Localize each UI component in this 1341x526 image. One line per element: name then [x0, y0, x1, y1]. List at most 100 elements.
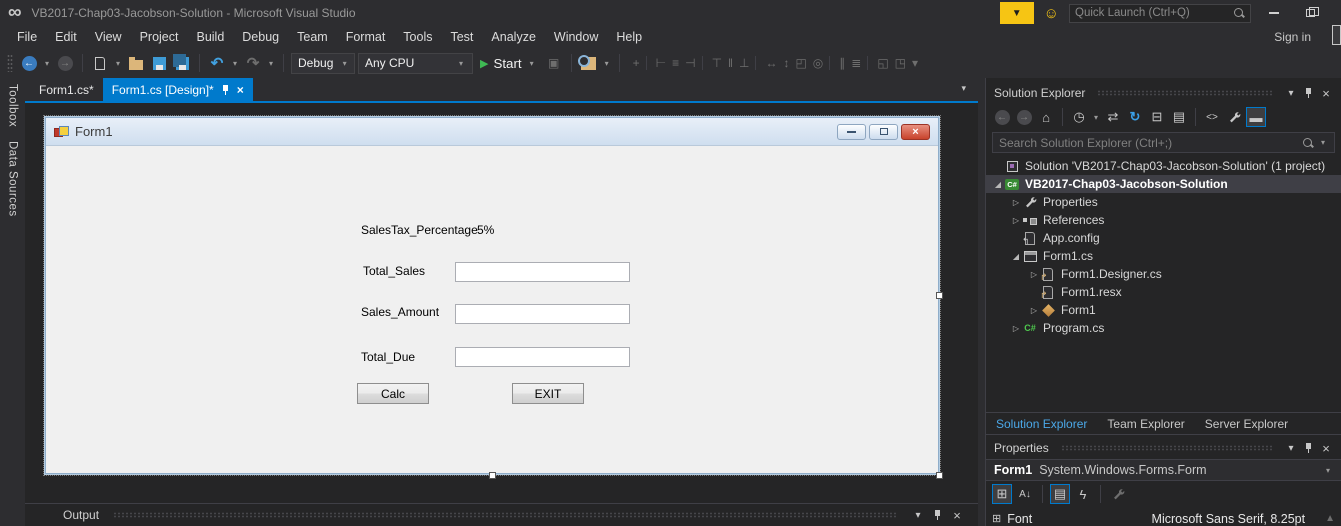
tab-form1-cs[interactable]: Form1.cs*: [30, 78, 103, 101]
undo-dropdown-icon[interactable]: ▾: [230, 59, 240, 68]
format-overflow-icon[interactable]: ▾: [912, 56, 918, 70]
menu-analyze[interactable]: Analyze: [482, 28, 544, 46]
calc-button[interactable]: Calc: [357, 383, 429, 404]
resize-handle-corner[interactable]: [936, 472, 943, 479]
se-show-all-files-icon[interactable]: ▤: [1169, 107, 1189, 127]
tab-server-explorer[interactable]: Server Explorer: [1195, 414, 1298, 434]
align-centers-icon[interactable]: ≡: [672, 56, 679, 70]
pin-tab-icon[interactable]: [221, 84, 230, 96]
tree-item-form1-class[interactable]: ▷ Form1: [986, 301, 1341, 319]
property-value[interactable]: Microsoft Sans Serif, 8.25pt: [1152, 512, 1306, 526]
se-refresh-icon[interactable]: ↻: [1125, 107, 1145, 127]
alphabetical-sort-icon[interactable]: A↓: [1015, 484, 1035, 504]
panel-splitter[interactable]: [978, 78, 985, 526]
tree-item-properties[interactable]: ▷ Properties: [986, 193, 1341, 211]
se-collapse-all-icon[interactable]: ⊟: [1147, 107, 1167, 127]
toolbar-overflow-icon[interactable]: ▾: [602, 59, 612, 68]
align-rights-icon[interactable]: ⊣: [685, 56, 695, 70]
vertical-spacing-icon[interactable]: ≣: [851, 56, 861, 70]
form-minimize-button[interactable]: [837, 124, 866, 140]
se-sync-icon[interactable]: ⇄: [1103, 107, 1123, 127]
navigate-back-button[interactable]: ←: [19, 52, 39, 74]
chevron-expanded-icon[interactable]: ◢: [1010, 252, 1022, 261]
menu-team[interactable]: Team: [288, 28, 337, 46]
same-height-icon[interactable]: ↕: [783, 56, 789, 70]
form-maximize-button[interactable]: [869, 124, 898, 140]
menu-project[interactable]: Project: [131, 28, 188, 46]
navigate-back-dropdown-icon[interactable]: ▾: [42, 59, 52, 68]
chevron-collapsed-icon[interactable]: ▷: [1010, 216, 1022, 225]
menu-tools[interactable]: Tools: [394, 28, 441, 46]
properties-object-select[interactable]: Form1 System.Windows.Forms.Form ▾: [986, 459, 1341, 481]
same-size-icon[interactable]: ◰: [795, 56, 806, 70]
minimize-button[interactable]: [1261, 4, 1287, 22]
events-icon[interactable]: ϟ: [1073, 484, 1093, 504]
start-debugging-button[interactable]: ▶ Start ▾: [476, 52, 541, 74]
chevron-collapsed-icon[interactable]: ▷: [1010, 198, 1022, 207]
resize-handle-bottom[interactable]: [489, 472, 496, 479]
tree-item-solution[interactable]: Solution 'VB2017-Chap03-Jacobson-Solutio…: [986, 157, 1341, 175]
tab-solution-explorer[interactable]: Solution Explorer: [986, 414, 1097, 434]
expand-plus-icon[interactable]: ⊞: [992, 512, 1001, 525]
undo-button[interactable]: ↶: [207, 52, 227, 74]
tree-item-form1-cs[interactable]: ◢ Form1.cs: [986, 247, 1341, 265]
tab-form1-design[interactable]: Form1.cs [Design]* ×: [103, 78, 253, 101]
avatar[interactable]: [1332, 25, 1341, 45]
tree-item-form1-designer[interactable]: ▷ Form1.Designer.cs: [986, 265, 1341, 283]
menu-file[interactable]: File: [8, 28, 46, 46]
chevron-collapsed-icon[interactable]: ▷: [1028, 306, 1040, 315]
se-properties-wrench-icon[interactable]: [1224, 107, 1244, 127]
align-lefts-icon[interactable]: ⊢: [656, 56, 666, 70]
object-dropdown-icon[interactable]: ▾: [1323, 466, 1333, 475]
property-row-font[interactable]: ⊞ Font Microsoft Sans Serif, 8.25pt ▲: [986, 507, 1341, 526]
size-to-grid-icon[interactable]: ◎: [813, 56, 823, 70]
new-file-button[interactable]: [90, 52, 110, 74]
form-close-button[interactable]: ×: [901, 124, 930, 140]
se-pending-changes-icon[interactable]: ◷: [1069, 107, 1089, 127]
menu-window[interactable]: Window: [545, 28, 607, 46]
properties-view-icon[interactable]: ▤: [1050, 484, 1070, 504]
menu-edit[interactable]: Edit: [46, 28, 86, 46]
sales-amount-input[interactable]: [455, 304, 630, 324]
toolbox-tab[interactable]: Toolbox: [7, 84, 19, 127]
categorized-view-icon[interactable]: ⊞: [992, 484, 1012, 504]
search-icon[interactable]: [1302, 137, 1314, 149]
send-to-back-icon[interactable]: ◳: [895, 56, 906, 70]
redo-button[interactable]: ↷: [243, 52, 263, 74]
se-forward-icon[interactable]: →: [1014, 107, 1034, 127]
menu-build[interactable]: Build: [187, 28, 233, 46]
quick-launch-input[interactable]: Quick Launch (Ctrl+Q): [1069, 4, 1251, 23]
search-icon[interactable]: [1233, 7, 1245, 19]
designed-form[interactable]: Form1 × SalesTax_Percentage 5% Total_Sal…: [45, 117, 939, 474]
resize-handle-right[interactable]: [936, 292, 943, 299]
toolbar-grip[interactable]: [7, 54, 13, 72]
tab-team-explorer[interactable]: Team Explorer: [1097, 414, 1194, 434]
tree-item-program-cs[interactable]: ▷ C# Program.cs: [986, 319, 1341, 337]
sign-in-link[interactable]: Sign in: [1274, 30, 1311, 44]
solution-explorer-pin-icon[interactable]: [1304, 87, 1313, 99]
se-back-icon[interactable]: ←: [992, 107, 1012, 127]
chevron-collapsed-icon[interactable]: ▷: [1010, 324, 1022, 333]
output-dropdown-icon[interactable]: ▾: [911, 508, 925, 522]
menu-view[interactable]: View: [86, 28, 131, 46]
solution-explorer-search-input[interactable]: Search Solution Explorer (Ctrl+;) ▾: [992, 132, 1335, 153]
align-tops-icon[interactable]: ⊤: [712, 56, 722, 70]
chevron-expanded-icon[interactable]: ◢: [992, 180, 1004, 189]
save-button[interactable]: [149, 52, 169, 74]
solution-explorer-dropdown-icon[interactable]: ▾: [1284, 86, 1298, 100]
se-pending-dropdown-icon[interactable]: ▾: [1091, 113, 1101, 122]
total-sales-input[interactable]: [455, 262, 630, 282]
snap-to-grid-icon[interactable]: +: [633, 56, 640, 70]
same-width-icon[interactable]: ↔: [765, 56, 777, 70]
new-file-dropdown-icon[interactable]: ▾: [113, 59, 123, 68]
tree-item-app-config[interactable]: App.config: [986, 229, 1341, 247]
horizontal-spacing-icon[interactable]: ∥: [839, 56, 845, 70]
se-home-icon[interactable]: ⌂: [1036, 107, 1056, 127]
find-in-files-icon[interactable]: [579, 52, 599, 74]
close-tab-icon[interactable]: ×: [237, 83, 244, 97]
se-search-dropdown-icon[interactable]: ▾: [1318, 138, 1328, 147]
align-bottoms-icon[interactable]: ⊥: [739, 56, 749, 70]
open-file-button[interactable]: [126, 52, 146, 74]
tree-item-project[interactable]: ◢ C# VB2017-Chap03-Jacobson-Solution: [986, 175, 1341, 193]
navigate-forward-button[interactable]: →: [55, 52, 75, 74]
